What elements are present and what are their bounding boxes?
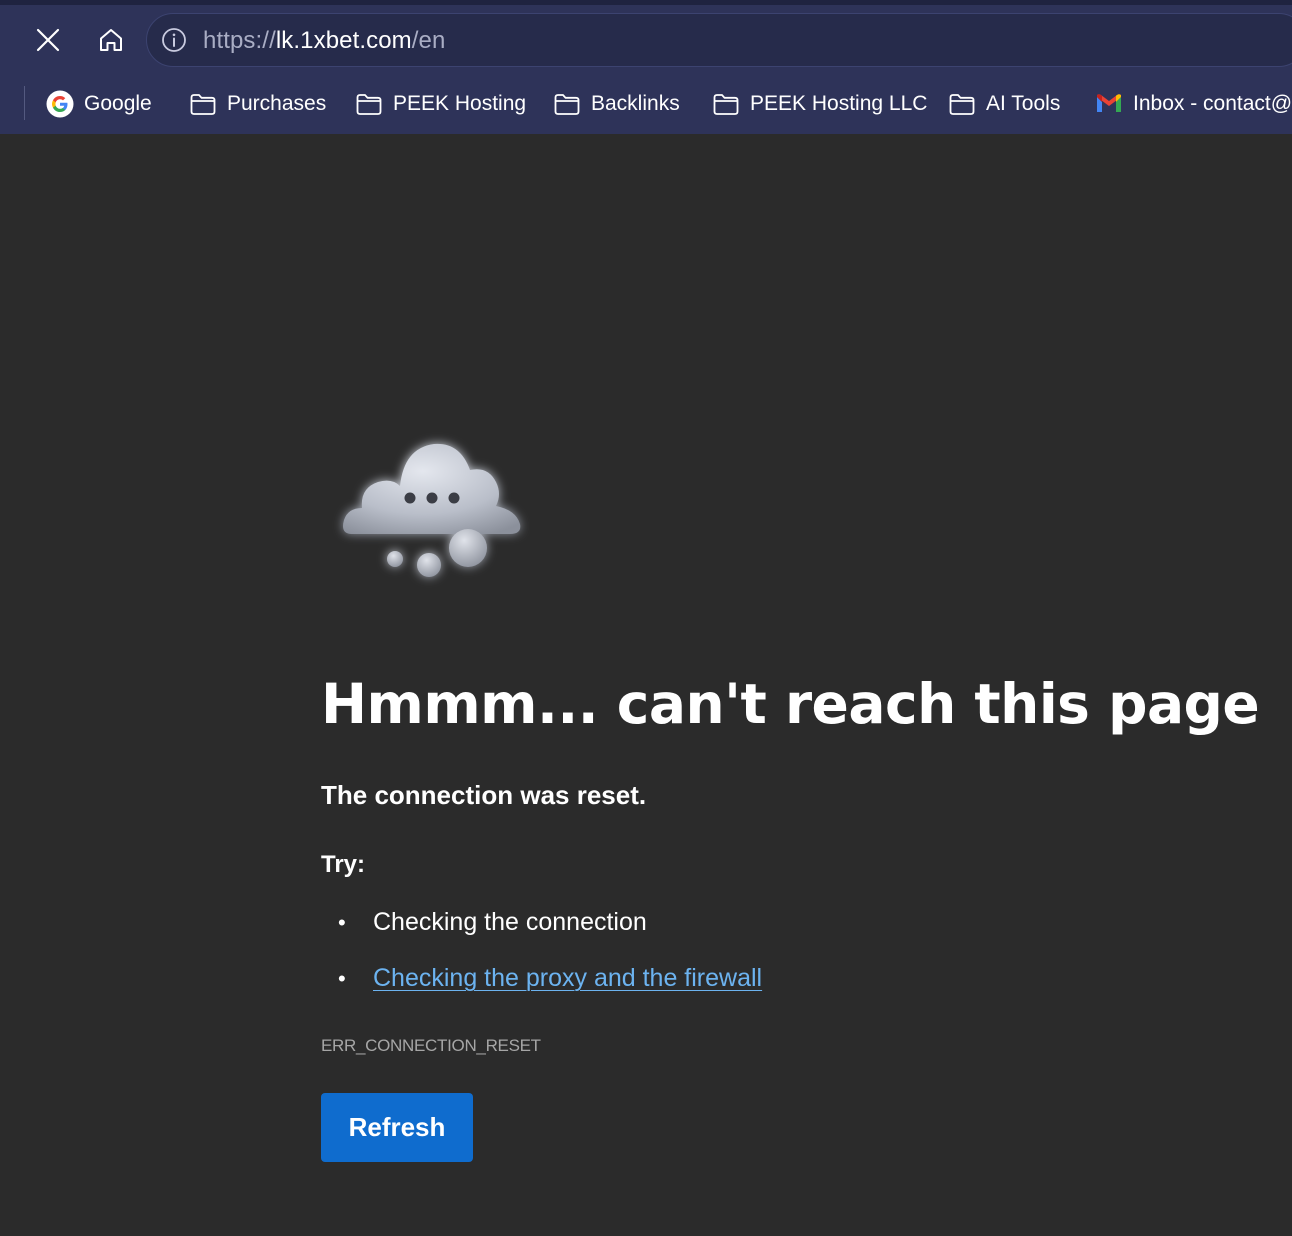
stop-loading-button[interactable]	[26, 18, 70, 62]
error-subtitle: The connection was reset.	[321, 780, 647, 810]
suggestion-check-proxy: • Checking the proxy and the firewall	[338, 964, 762, 993]
google-icon	[46, 90, 74, 118]
bookmark-label: PEEK Hosting	[393, 92, 527, 115]
folder-icon	[713, 94, 739, 115]
bookmark-ai-tools[interactable]: AI Tools	[948, 86, 1060, 122]
bookmark-peek-hosting[interactable]: PEEK Hosting	[355, 86, 526, 122]
bookmark-backlinks[interactable]: Backlinks	[553, 86, 680, 122]
folder-icon	[554, 94, 580, 115]
bookmarks-bar: Google Purchases PEEK Hosting Backlinks	[0, 80, 1292, 128]
url-scheme: https://	[203, 27, 276, 54]
gmail-icon	[1097, 94, 1121, 112]
bookmarks-divider	[24, 86, 25, 120]
bullet: •	[338, 965, 346, 991]
url-path: /en	[411, 27, 446, 54]
info-icon[interactable]	[161, 27, 187, 53]
address-bar[interactable]: https://lk.1xbet.com/en	[146, 13, 1292, 67]
bookmark-peek-hosting-llc[interactable]: PEEK Hosting LLC	[712, 86, 927, 122]
bullet: •	[338, 909, 346, 935]
bookmark-label: Google	[84, 92, 152, 115]
bookmark-label: Backlinks	[591, 92, 680, 115]
folder-icon	[190, 94, 216, 115]
thinking-cloud-icon	[343, 443, 521, 577]
folder-icon	[356, 94, 382, 115]
suggestion-text: Checking the connection	[373, 908, 647, 936]
folder-icon	[949, 94, 975, 115]
url-text[interactable]: https://lk.1xbet.com/en	[203, 27, 445, 55]
suggestion-check-connection: • Checking the connection	[338, 908, 647, 937]
error-code: ERR_CONNECTION_RESET	[321, 1036, 541, 1055]
home-icon	[100, 29, 122, 51]
close-icon	[36, 28, 60, 52]
bookmark-label: Purchases	[227, 92, 327, 115]
home-button[interactable]	[89, 18, 133, 62]
refresh-button[interactable]: Refresh	[321, 1093, 473, 1162]
bookmark-google[interactable]: Google	[46, 86, 152, 122]
bookmark-label: AI Tools	[986, 92, 1061, 115]
browser-chrome: https://lk.1xbet.com/en Google Purchases	[0, 0, 1292, 134]
error-title: Hmmm... can't reach this page	[321, 672, 1260, 736]
try-label: Try:	[321, 851, 366, 878]
window-top-edge	[0, 0, 1292, 5]
bookmark-label: PEEK Hosting LLC	[750, 92, 928, 115]
url-host: lk.1xbet.com	[275, 27, 412, 54]
bookmark-inbox[interactable]: Inbox - contact@	[1095, 86, 1292, 122]
bookmark-purchases[interactable]: Purchases	[189, 86, 326, 122]
proxy-firewall-link[interactable]: Checking the proxy and the firewall	[373, 964, 762, 993]
bookmark-label: Inbox - contact@	[1133, 92, 1292, 115]
